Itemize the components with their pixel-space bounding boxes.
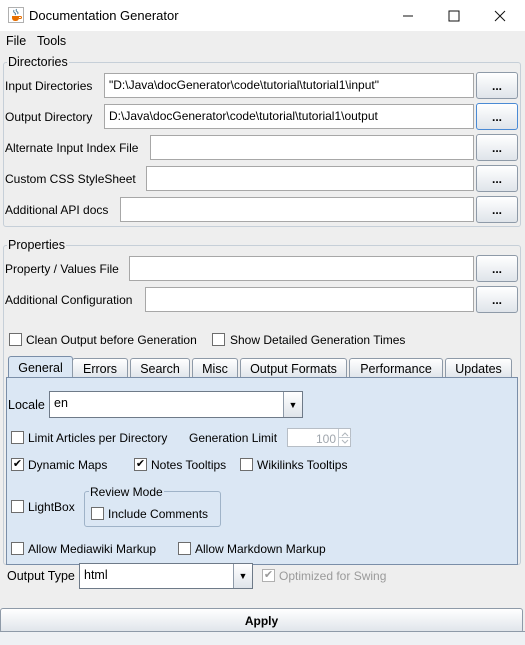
properties-title: Properties (7, 238, 66, 252)
tab-updates[interactable]: Updates (445, 358, 512, 378)
generation-limit-spinner[interactable]: 100 (287, 428, 351, 447)
output-type-combobox[interactable]: html ▼ (79, 563, 253, 589)
lightbox-label: LightBox (28, 500, 75, 514)
spinner-arrows-icon[interactable] (338, 429, 351, 446)
custom-css-field[interactable] (146, 166, 474, 191)
lightbox-checkbox[interactable] (11, 500, 24, 513)
menu-file[interactable]: File (6, 34, 26, 48)
directories-title: Directories (7, 55, 69, 69)
include-comments-checkbox[interactable] (91, 507, 104, 520)
generation-limit-label: Generation Limit (189, 431, 278, 445)
java-cup-icon (8, 7, 24, 23)
menu-tools[interactable]: Tools (37, 34, 66, 48)
window-title: Documentation Generator (29, 8, 179, 23)
dynamic-maps-label: Dynamic Maps (28, 458, 108, 472)
custom-css-label: Custom CSS StyleSheet (5, 172, 136, 186)
tab-output-formats[interactable]: Output Formats (240, 358, 347, 378)
menu-bar (0, 31, 525, 53)
property-values-browse-button[interactable]: ... (476, 255, 518, 282)
output-type-label: Output Type (7, 569, 75, 583)
tab-general[interactable]: General (8, 356, 73, 378)
limit-articles-checkbox[interactable] (11, 431, 24, 444)
custom-css-browse-button[interactable]: ... (476, 165, 518, 192)
tab-errors[interactable]: Errors (72, 358, 128, 378)
maximize-icon (448, 10, 460, 21)
minimize-icon (403, 15, 413, 16)
chevron-down-icon[interactable]: ▼ (233, 564, 252, 588)
input-directories-label: Input Directories (5, 79, 93, 93)
allow-mediawiki-checkbox[interactable] (11, 542, 24, 555)
dynamic-maps-checkbox[interactable]: ✔ (11, 458, 24, 471)
optimized-swing-label: Optimized for Swing (279, 569, 387, 583)
output-directory-label: Output Directory (5, 110, 93, 124)
additional-api-browse-button[interactable]: ... (476, 196, 518, 223)
locale-label: Locale (8, 398, 45, 412)
additional-configuration-field[interactable] (145, 287, 474, 312)
apply-button[interactable]: Apply (0, 608, 523, 633)
wikilinks-tooltips-checkbox[interactable] (240, 458, 253, 471)
clean-output-checkbox[interactable] (9, 333, 22, 346)
close-icon (494, 10, 506, 21)
limit-articles-label: Limit Articles per Directory (28, 431, 168, 445)
additional-configuration-browse-button[interactable]: ... (476, 286, 518, 313)
tab-misc[interactable]: Misc (192, 358, 238, 378)
additional-api-field[interactable] (120, 197, 474, 222)
allow-markdown-checkbox[interactable] (178, 542, 191, 555)
property-values-file-label: Property / Values File (5, 262, 119, 276)
input-directories-field[interactable]: "D:\Java\docGenerator\code\tutorial\tuto… (104, 73, 474, 98)
locale-value: en (54, 396, 68, 410)
allow-mediawiki-label: Allow Mediawiki Markup (28, 542, 157, 556)
wikilinks-tooltips-label: Wikilinks Tooltips (257, 458, 348, 472)
clean-output-label: Clean Output before Generation (26, 333, 197, 347)
output-type-value: html (84, 568, 108, 582)
include-comments-label: Include Comments (108, 507, 209, 521)
additional-api-label: Additional API docs (5, 203, 109, 217)
alternate-index-label: Alternate Input Index File (5, 141, 139, 155)
review-mode-title: Review Mode (89, 485, 164, 499)
detailed-times-checkbox[interactable] (212, 333, 225, 346)
notes-tooltips-label: Notes Tooltips (151, 458, 227, 472)
locale-combobox[interactable]: en ▼ (49, 391, 303, 418)
alternate-index-field[interactable] (150, 135, 474, 160)
alternate-index-browse-button[interactable]: ... (476, 134, 518, 161)
chevron-down-icon[interactable]: ▼ (283, 392, 302, 417)
output-directory-field[interactable]: D:\Java\docGenerator\code\tutorial\tutor… (104, 104, 474, 129)
additional-configuration-label: Additional Configuration (5, 293, 133, 307)
detailed-times-label: Show Detailed Generation Times (230, 333, 406, 347)
allow-markdown-label: Allow Markdown Markup (195, 542, 326, 556)
input-directories-browse-button[interactable]: ... (476, 72, 518, 99)
optimized-swing-checkbox[interactable]: ✔ (262, 569, 275, 582)
bottom-strip (0, 631, 525, 645)
close-button[interactable] (477, 0, 523, 31)
notes-tooltips-checkbox[interactable]: ✔ (134, 458, 147, 471)
output-directory-browse-button[interactable]: ... (476, 103, 518, 130)
minimize-button[interactable] (385, 0, 431, 31)
maximize-button[interactable] (431, 0, 477, 31)
property-values-file-field[interactable] (129, 256, 474, 281)
tab-search[interactable]: Search (130, 358, 190, 378)
generation-limit-value: 100 (315, 432, 336, 446)
tab-performance[interactable]: Performance (349, 358, 443, 378)
